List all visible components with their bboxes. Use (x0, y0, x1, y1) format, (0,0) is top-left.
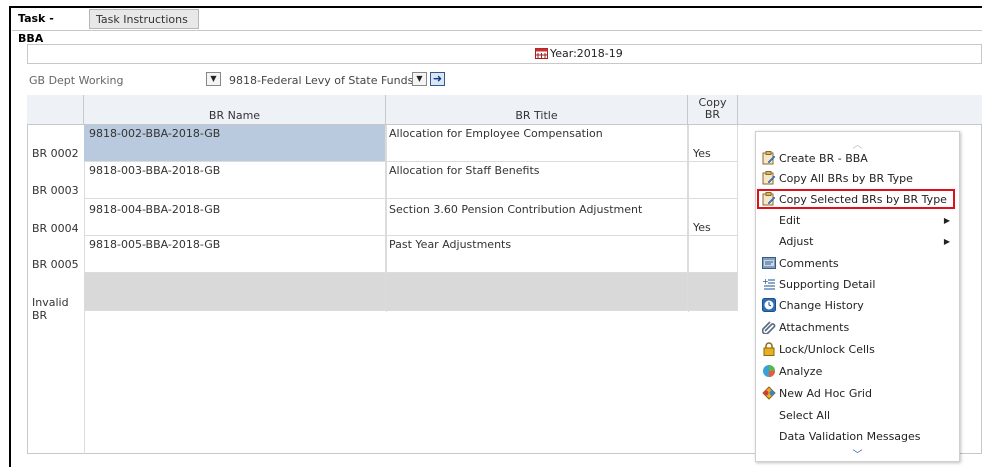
dept-label: GB Dept Working (29, 74, 124, 87)
br-title-cell[interactable]: Section 3.60 Pension Contribution Adjust… (386, 199, 688, 236)
br-title-cell[interactable]: Allocation for Staff Benefits (386, 162, 688, 199)
submenu-arrow-icon: ▶ (943, 216, 950, 225)
context-menu: ︿ Create BR - BBA Copy All BRs by BR Typ… (755, 131, 960, 462)
highlight-box (757, 189, 955, 209)
go-button[interactable]: ➜ (430, 72, 445, 86)
menu-item-select-all[interactable]: Select All (762, 406, 954, 426)
menu-item-comments[interactable]: Comments (762, 254, 954, 274)
br-name-cell[interactable]: 9818-004-BBA-2018-GB (84, 199, 386, 236)
copy-br-cell[interactable]: Yes (688, 199, 738, 236)
ad-hoc-grid-icon (762, 386, 776, 400)
tab-divider (12, 30, 982, 31)
calendar-icon (535, 48, 548, 59)
menu-item-create-br[interactable]: Create BR - BBA (762, 149, 954, 169)
br-name-cell[interactable] (84, 273, 386, 311)
br-name-cell[interactable]: 9818-002-BBA-2018-GB (84, 125, 386, 162)
scroll-down-icon[interactable]: ﹀ (756, 446, 959, 461)
menu-item-change-history[interactable]: Change History (762, 296, 954, 316)
menu-item-attachments[interactable]: Attachments (762, 318, 954, 338)
column-header-br-name[interactable]: BR Name (84, 95, 386, 125)
menu-item-supporting-detail[interactable]: + Supporting Detail (762, 275, 954, 295)
fund-dropdown-button[interactable]: ▼ (412, 72, 427, 86)
copy-br-cell[interactable]: Yes (688, 125, 738, 162)
paperclip-icon (762, 321, 776, 334)
pov-bar: Year:2018-19 (27, 44, 982, 64)
row-label: BR 0003 (32, 184, 79, 197)
copy-br-cell[interactable] (688, 273, 738, 311)
menu-item-analyze[interactable]: Analyze (762, 362, 954, 382)
br-name-cell[interactable]: 9818-003-BBA-2018-GB (84, 162, 386, 199)
br-title-cell[interactable]: Allocation for Employee Compensation (386, 125, 688, 162)
menu-item-lock-unlock[interactable]: Lock/Unlock Cells (762, 340, 954, 360)
year-member[interactable]: Year:2018-19 (535, 47, 623, 61)
copy-br-line2: BR (704, 108, 721, 121)
menu-item-adjust[interactable]: Adjust ▶ (762, 232, 954, 252)
br-title-cell[interactable] (386, 273, 688, 311)
copy-br-cell[interactable] (688, 162, 738, 199)
row-label-invalid: Invalid BR (32, 296, 69, 322)
chevron-down-icon: ▼ (210, 74, 217, 83)
menu-item-edit[interactable]: Edit ▶ (762, 211, 954, 231)
year-label: Year:2018-19 (550, 47, 623, 60)
lock-icon (763, 342, 775, 356)
dept-dropdown-button[interactable]: ▼ (206, 72, 221, 86)
svg-text:+: + (762, 277, 769, 286)
comments-icon (762, 257, 776, 269)
menu-item-new-ad-hoc-grid[interactable]: New Ad Hoc Grid (762, 384, 954, 404)
menu-item-copy-all-brs[interactable]: Copy All BRs by BR Type (762, 169, 954, 189)
row-label: BR 0005 (32, 258, 79, 271)
br-title-cell[interactable]: Past Year Adjustments (386, 236, 688, 273)
chevron-down-icon: ▼ (416, 74, 423, 83)
tab-task-bba[interactable]: Task - BBA (12, 9, 88, 45)
doc-edit-icon (762, 171, 776, 185)
doc-edit-icon (762, 151, 776, 165)
br-name-cell[interactable]: 9818-005-BBA-2018-GB (84, 236, 386, 273)
submenu-arrow-icon: ▶ (943, 237, 950, 246)
column-header-copy-br[interactable]: Copy BR (688, 95, 738, 125)
change-history-icon (762, 298, 776, 312)
menu-item-data-validation-messages[interactable]: Data Validation Messages (762, 427, 954, 447)
row-label: BR 0002 (32, 147, 79, 160)
analyze-icon (763, 365, 775, 377)
copy-br-cell[interactable] (688, 236, 738, 273)
column-header-empty (738, 95, 982, 125)
column-header-br-title[interactable]: BR Title (386, 95, 688, 125)
tab-task-instructions[interactable]: Task Instructions (89, 9, 199, 29)
arrow-right-icon: ➜ (432, 72, 443, 85)
row-label: BR 0004 (32, 222, 79, 235)
fund-value: 9818-Federal Levy of State Funds (229, 74, 414, 87)
row-header-corner (27, 95, 84, 125)
supporting-detail-icon: + (762, 277, 775, 290)
